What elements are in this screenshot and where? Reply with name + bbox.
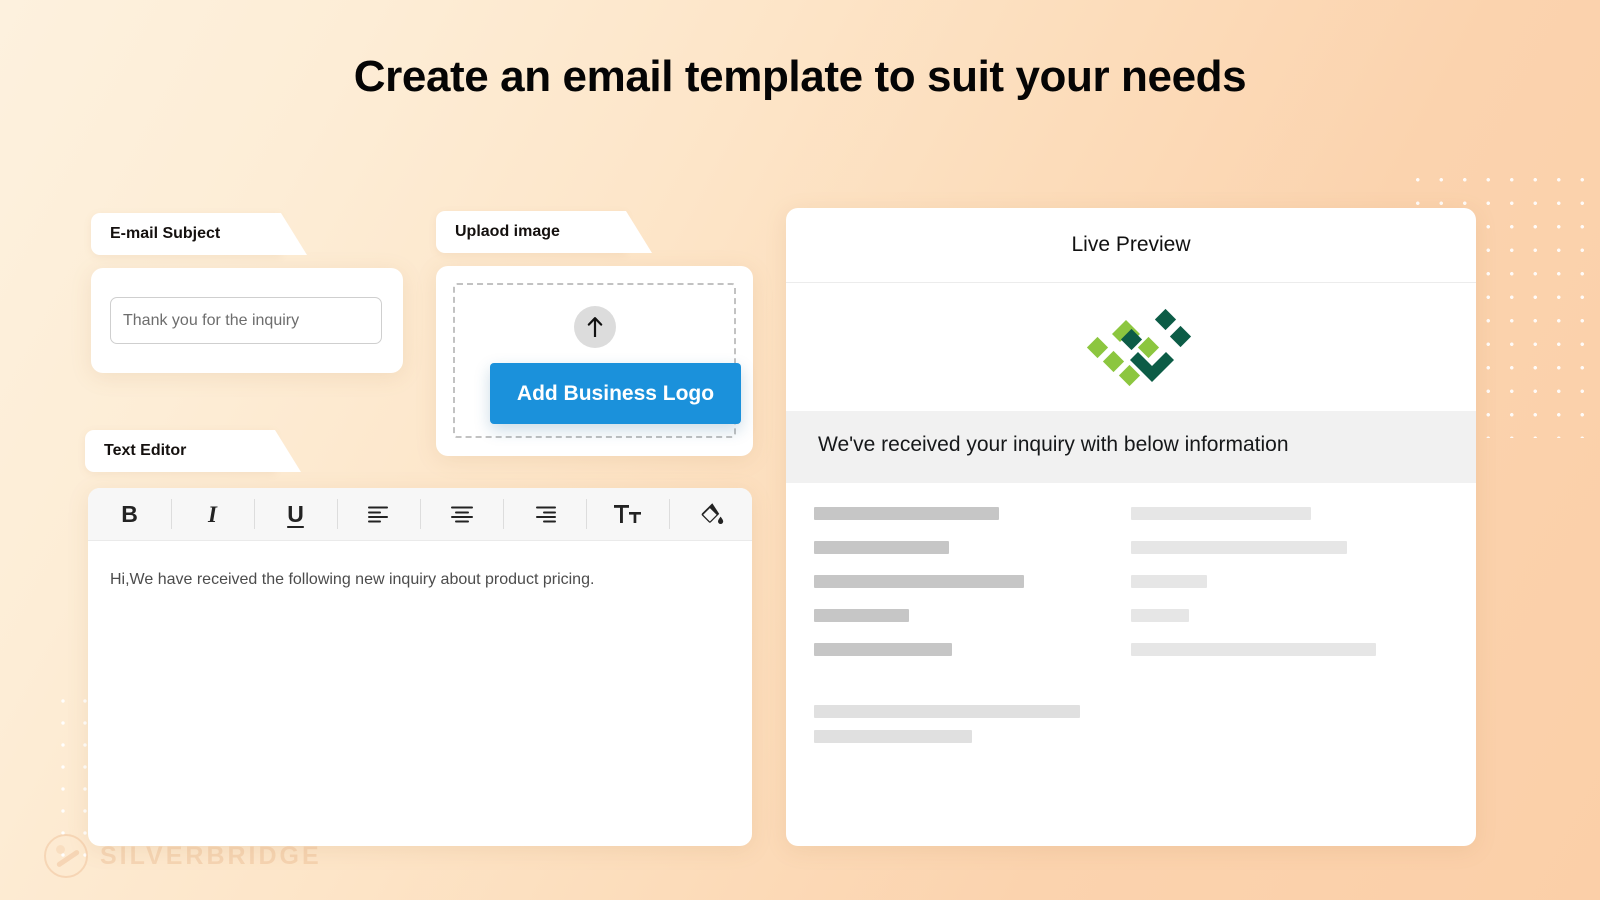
- live-preview-title: Live Preview: [1071, 233, 1191, 256]
- skeleton-cell-right: [1131, 506, 1448, 520]
- dot-grid-decoration-bottom-left: [52, 690, 88, 870]
- editor-toolbar: B I U: [88, 488, 752, 541]
- skeleton-row: [814, 642, 1448, 656]
- skeleton-row: [814, 574, 1448, 588]
- skeleton-bar: [1131, 506, 1311, 520]
- upload-image-label-text: Uplaod image: [455, 223, 560, 240]
- skeleton-cell-left: [814, 642, 1131, 656]
- skeleton-cell-left: [814, 506, 1131, 520]
- align-right-icon: [535, 506, 556, 522]
- preview-banner-text: We've received your inquiry with below i…: [818, 433, 1289, 456]
- skeleton-row: [814, 540, 1448, 554]
- align-left-icon: [367, 506, 388, 522]
- align-right-button[interactable]: [503, 488, 586, 540]
- skeleton-bar: [814, 642, 952, 656]
- skeleton-bar: [1131, 608, 1189, 622]
- skeleton-bar: [814, 506, 999, 520]
- font-size-icon: [613, 505, 641, 523]
- preview-skeleton-footer: [786, 677, 1476, 743]
- paint-bucket-icon: [701, 503, 723, 524]
- italic-button[interactable]: I: [171, 488, 254, 540]
- preview-logo-area: [786, 283, 1476, 411]
- skeleton-bar: [814, 540, 949, 554]
- add-business-logo-button[interactable]: Add Business Logo: [490, 363, 741, 424]
- skeleton-bar: [814, 574, 1024, 588]
- text-editor-label: Text Editor: [85, 430, 301, 472]
- live-preview-header: Live Preview: [786, 208, 1476, 283]
- arrow-up-icon[interactable]: [573, 306, 616, 348]
- skeleton-row: [814, 506, 1448, 520]
- skeleton-cell-left: [814, 540, 1131, 554]
- underline-button[interactable]: U: [254, 488, 337, 540]
- editor-content[interactable]: Hi,We have received the following new in…: [88, 541, 752, 619]
- preview-banner: We've received your inquiry with below i…: [786, 411, 1476, 483]
- align-left-button[interactable]: [337, 488, 420, 540]
- bold-icon: B: [121, 500, 138, 527]
- email-subject-card: [91, 268, 403, 373]
- upload-image-card: Add Business Logo: [436, 266, 753, 456]
- email-subject-label-text: E-mail Subject: [110, 225, 221, 242]
- skeleton-cell-right: [1131, 574, 1448, 588]
- align-center-icon: [450, 506, 473, 522]
- bold-button[interactable]: B: [88, 488, 171, 540]
- page-background: Create an email template to suit your ne…: [0, 0, 1600, 900]
- fill-color-button[interactable]: [669, 488, 752, 540]
- skeleton-bar: [1131, 540, 1347, 554]
- skeleton-bar: [1131, 642, 1376, 656]
- upload-image-label: Uplaod image: [436, 211, 652, 253]
- email-subject-label: E-mail Subject: [91, 213, 307, 255]
- italic-icon: I: [208, 501, 217, 527]
- font-size-button[interactable]: [586, 488, 669, 540]
- skeleton-cell-right: [1131, 540, 1448, 554]
- align-center-button[interactable]: [420, 488, 503, 540]
- skeleton-bar: [1131, 574, 1207, 588]
- skeleton-cell-right: [1131, 608, 1448, 622]
- skeleton-row: [814, 608, 1448, 622]
- text-editor-label-text: Text Editor: [104, 442, 187, 459]
- skeleton-cell-left: [814, 608, 1131, 622]
- editor-body-text: Hi,We have received the following new in…: [110, 571, 595, 588]
- preview-skeleton-grid: [786, 483, 1476, 656]
- skeleton-bar: [814, 608, 909, 622]
- skeleton-cell-left: [814, 574, 1131, 588]
- skeleton-bar: [814, 729, 972, 743]
- diamond-grid-logo: [1086, 308, 1192, 387]
- page-title: Create an email template to suit your ne…: [353, 52, 1247, 101]
- underline-icon: U: [287, 500, 304, 527]
- skeleton-cell-right: [1131, 642, 1448, 656]
- live-preview-card: Live Preview We've received your inquiry…: [786, 208, 1476, 846]
- email-subject-input[interactable]: [110, 297, 382, 344]
- skeleton-bar: [814, 704, 1080, 718]
- watermark-logo-icon: [44, 834, 88, 878]
- text-editor-card: B I U Hi,We have received the following …: [88, 488, 752, 846]
- image-dropzone[interactable]: Add Business Logo: [453, 283, 741, 438]
